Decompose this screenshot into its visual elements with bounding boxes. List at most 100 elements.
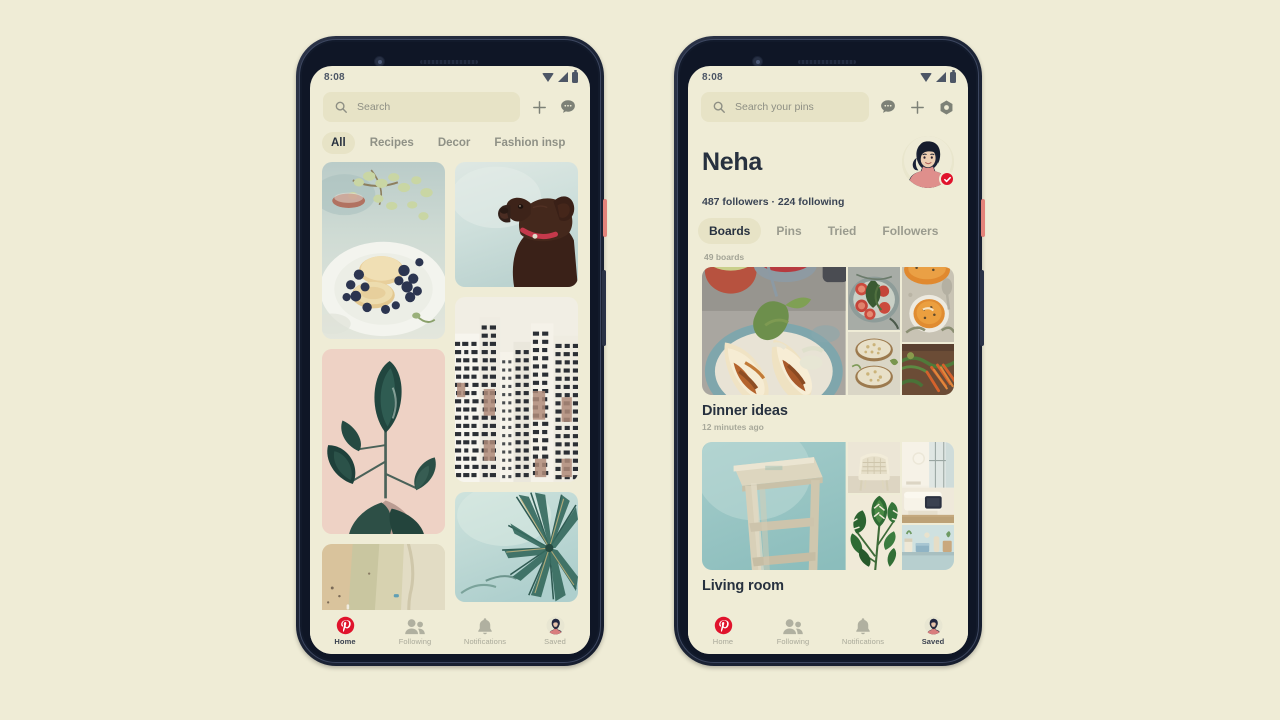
chip-all[interactable]: All [322,132,355,154]
nav-label-following: Following [776,637,810,646]
board-card-living-room[interactable]: Living room [688,442,968,604]
board-cover-column-2 [847,442,900,570]
board-card-dinner-ideas[interactable]: Dinner ideas 12 minutes ago [688,267,968,442]
power-button[interactable] [603,199,607,237]
pin-rubber-plant[interactable] [322,349,445,534]
tab-followers[interactable]: Followers [871,218,949,244]
board-thumb-roasted-vegetables [901,343,954,395]
status-bar: 8:08 [688,66,968,88]
signal-icon [558,72,568,82]
phone-device-home: 8:08 Search All Recipes Decor Fashion in… [296,36,607,666]
bell-icon [476,616,494,635]
board-thumb-caprese [847,267,900,330]
tab-pins[interactable]: Pins [765,218,812,244]
messages-button[interactable] [878,97,898,117]
pin-blueberry-pancakes[interactable] [322,162,445,339]
people-icon [782,616,804,635]
board-title: Living room [702,578,784,594]
settings-button[interactable] [936,97,956,117]
nav-item-notifications[interactable]: Notifications [832,616,894,646]
board-thumb-ricotta-toast [847,332,900,395]
search-icon [712,100,726,114]
nav-item-saved[interactable]: Saved [524,616,586,646]
board-thumb-monstera-plant [847,495,900,570]
screenshot-canvas: 8:08 Search All Recipes Decor Fashion in… [0,0,1280,720]
pin-city-highrise[interactable] [455,297,578,482]
wifi-icon [542,72,554,82]
nav-label-saved: Saved [544,637,566,646]
create-pin-button[interactable] [529,97,549,117]
volume-rocker-button[interactable] [980,270,984,346]
pin-feed-grid [310,162,590,634]
profile-stats: 487 followers · 224 following [702,196,845,208]
board-cover-column-3 [901,442,954,570]
board-thumb-styled-shelf [901,525,954,570]
board-cover-column-2 [847,267,900,395]
chip-decor[interactable]: Decor [429,132,480,154]
search-input[interactable]: Search [323,92,520,122]
board-cover-collage [702,442,954,570]
phone-device-profile: 8:08 Search your pins Neha 487 followers… [674,36,985,666]
earpiece-speaker [798,60,856,64]
status-bar: 8:08 [310,66,590,88]
nav-label-notifications: Notifications [841,637,885,646]
nav-label-home: Home [334,637,356,646]
board-count-label: 49 boards [704,252,745,262]
category-chip-row[interactable]: All Recipes Decor Fashion insp [310,130,590,162]
board-cover-main [702,442,846,570]
board-thumb-wicker-chair [847,442,900,494]
status-clock: 8:08 [702,71,723,83]
profile-tab-row[interactable]: Boards Pins Tried Followers [688,208,968,244]
tab-tried[interactable]: Tried [817,218,868,244]
search-row: Search your pins [688,88,968,130]
tab-boards[interactable]: Boards [698,218,762,244]
volume-rocker-button[interactable] [602,270,606,346]
chip-fashion-inspiration[interactable]: Fashion insp [485,132,574,154]
nav-label-notifications: Notifications [463,637,507,646]
profile-avatar[interactable] [902,136,955,188]
status-system-icons [542,69,578,83]
phone-screen-home: 8:08 Search All Recipes Decor Fashion in… [310,66,590,654]
search-icon [334,100,348,114]
board-timestamp: 12 minutes ago [702,422,764,432]
battery-icon [572,69,578,83]
board-cover-collage [702,267,954,395]
status-system-icons [920,69,956,83]
nav-item-saved[interactable]: Saved [902,616,964,646]
nav-label-home: Home [712,637,734,646]
bottom-navigation: Home Following Notifications Saved [310,610,590,654]
status-clock: 8:08 [324,71,345,83]
search-placeholder: Search your pins [735,101,814,113]
messages-button[interactable] [558,97,578,117]
create-pin-button[interactable] [907,97,927,117]
pinterest-logo-icon [336,616,355,635]
nav-item-home[interactable]: Home [314,616,376,646]
nav-item-notifications[interactable]: Notifications [454,616,516,646]
nav-item-following[interactable]: Following [762,616,824,646]
battery-icon [950,69,956,83]
nav-label-saved: Saved [921,637,945,646]
board-cover-main [702,267,846,395]
board-thumb-white-living-room [901,442,954,523]
bell-icon [854,616,872,635]
nav-item-home[interactable]: Home [692,616,754,646]
people-icon [404,616,426,635]
wifi-icon [920,72,932,82]
avatar-icon [546,616,565,635]
profile-name: Neha [702,147,762,176]
pin-chocolate-labrador[interactable] [455,162,578,287]
search-row: Search [310,88,590,130]
chip-recipes[interactable]: Recipes [361,132,423,154]
earpiece-speaker [420,60,478,64]
pin-palm-fronds[interactable] [455,492,578,602]
board-title: Dinner ideas [702,403,788,419]
nav-label-following: Following [398,637,432,646]
avatar-icon [924,616,943,635]
board-cover-column-3 [901,267,954,395]
pin-column-right [455,162,578,634]
profile-header: Neha [688,130,968,188]
verified-badge-icon [939,171,955,187]
search-input[interactable]: Search your pins [701,92,869,122]
nav-item-following[interactable]: Following [384,616,446,646]
power-button[interactable] [981,199,985,237]
